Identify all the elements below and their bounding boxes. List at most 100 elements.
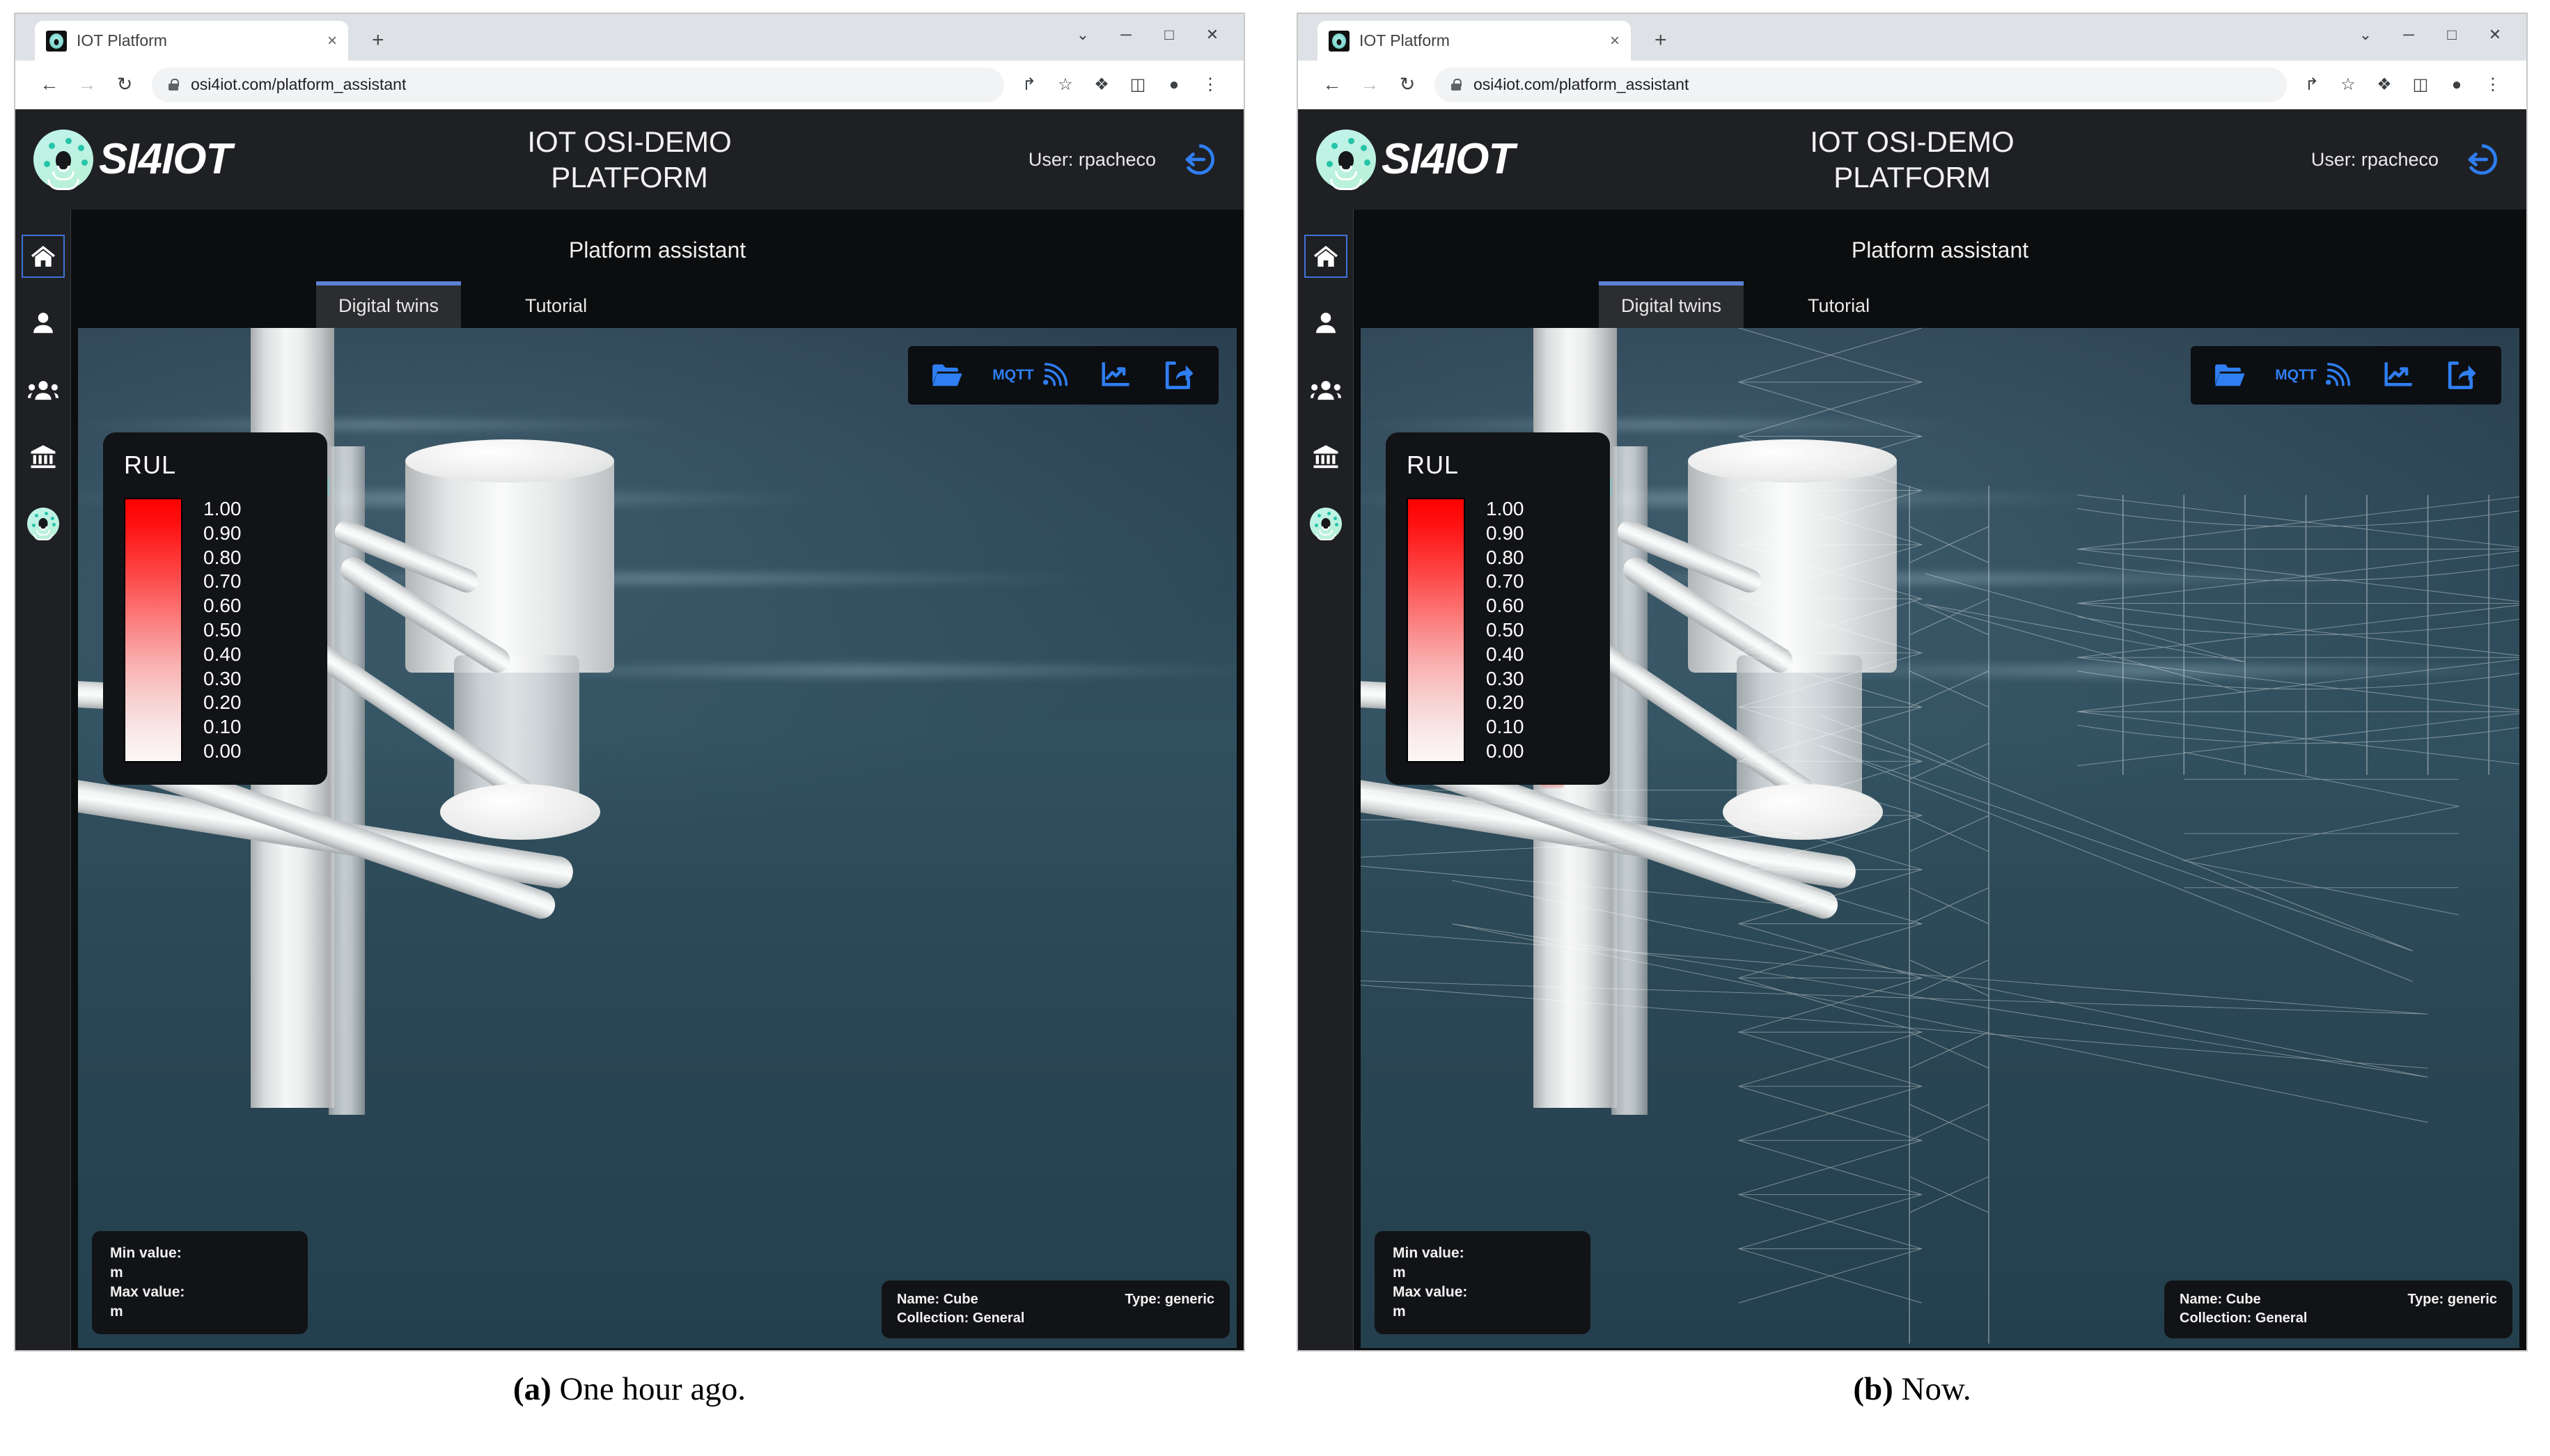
sidebar-item-groups[interactable]	[22, 368, 65, 412]
extensions-puzzle-icon[interactable]: ❖	[2366, 67, 2402, 103]
users-group-icon	[27, 381, 58, 400]
chevron-down-icon[interactable]: ⌄	[2344, 19, 2387, 50]
mqtt-connection-button[interactable]: MQTT	[2262, 350, 2366, 400]
reload-icon[interactable]: ↻	[1389, 66, 1426, 104]
legend-tick: 0.60	[203, 595, 242, 617]
chart-button[interactable]	[2366, 350, 2430, 400]
caption-a: (a) One hour ago.	[14, 1370, 1245, 1408]
folder-open-icon	[2215, 364, 2245, 386]
close-icon[interactable]: ×	[327, 32, 337, 49]
user-icon	[1315, 313, 1336, 334]
lower-tank-top	[1723, 784, 1883, 840]
minimize-icon[interactable]: ─	[1104, 19, 1148, 50]
close-window-icon[interactable]: ✕	[1191, 19, 1234, 50]
panel-a-browser-window: IOT Platform × + ⌄ ─ □ ✕ ← → ↻ osi4iot.c…	[14, 13, 1245, 1352]
chevron-down-icon[interactable]: ⌄	[1061, 19, 1104, 50]
object-name: Name: Cube	[2180, 1291, 2261, 1307]
chart-button[interactable]	[1084, 350, 1148, 400]
maximize-icon[interactable]: □	[1148, 19, 1191, 50]
back-icon[interactable]: ←	[1313, 66, 1351, 104]
url-input[interactable]: osi4iot.com/platform_assistant	[152, 67, 1004, 102]
tank-top	[405, 439, 614, 483]
minmax-info-box: Min value: m Max value: m	[1375, 1230, 1590, 1334]
sidebar-item-user[interactable]	[22, 302, 65, 345]
legend-tick: 0.00	[1486, 739, 1524, 762]
legend-tick: 0.70	[1486, 570, 1524, 593]
sidebar	[1298, 210, 1354, 1350]
window-controls: ⌄ ─ □ ✕	[2344, 19, 2517, 50]
max-value: m	[1393, 1303, 1406, 1320]
close-window-icon[interactable]: ✕	[2473, 19, 2517, 50]
sidebar-item-platform[interactable]	[22, 502, 65, 545]
brand[interactable]: SI4IOT	[1316, 130, 1515, 190]
legend-tick: 0.30	[1486, 667, 1524, 689]
digital-twin-viewport[interactable]: MQTT RUL 1.00 0.90 0.80 0.70 0.60 0.50 0…	[1361, 328, 2519, 1348]
open-folder-button[interactable]	[915, 350, 979, 400]
sidebar-item-home[interactable]	[1304, 235, 1347, 278]
max-value-label: Max value:	[1393, 1283, 1468, 1300]
minimize-icon[interactable]: ─	[2387, 19, 2430, 50]
browser-tabstrip: IOT Platform × + ⌄ ─ □ ✕	[1298, 14, 2526, 61]
profile-avatar-icon[interactable]: ●	[2439, 67, 2475, 103]
bookmark-star-icon[interactable]: ☆	[2330, 67, 2366, 103]
close-icon[interactable]: ×	[1610, 32, 1620, 49]
forward-icon[interactable]: →	[1351, 66, 1389, 104]
sidebar-item-home[interactable]	[21, 235, 65, 278]
export-share-button[interactable]	[1148, 350, 1212, 400]
viewport-toolbar: MQTT	[908, 346, 1219, 405]
forward-icon[interactable]: →	[68, 66, 106, 104]
reload-icon[interactable]: ↻	[106, 66, 143, 104]
tab-digital-twins[interactable]: Digital twins	[1599, 281, 1744, 328]
mqtt-label: MQTT	[2275, 367, 2317, 383]
min-value-label: Min value:	[1393, 1244, 1464, 1261]
caption-b-marker: (b)	[1853, 1371, 1893, 1407]
share-page-icon[interactable]: ↱	[2294, 67, 2330, 103]
bank-institution-icon	[31, 445, 55, 469]
browser-tab[interactable]: IOT Platform ×	[35, 21, 348, 61]
browser-menu-icon[interactable]: ⋮	[1192, 67, 1228, 103]
profile-avatar-icon[interactable]: ●	[1156, 67, 1192, 103]
mqtt-signal-icon	[1042, 363, 1067, 386]
content-tabbar: Digital twins Tutorial	[71, 281, 1244, 328]
sidebar-item-platform[interactable]	[1304, 502, 1347, 545]
open-folder-button[interactable]	[2198, 350, 2262, 400]
browser-tab[interactable]: IOT Platform ×	[1317, 21, 1631, 61]
url-input[interactable]: osi4iot.com/platform_assistant	[1434, 67, 2287, 102]
sidebar-item-groups[interactable]	[1304, 368, 1347, 412]
digital-twin-viewport[interactable]: MQTT RUL 1.00 0.90 0.80 0.70 0.60 0.50 0…	[78, 328, 1237, 1348]
sidebar-item-organizations[interactable]	[1304, 435, 1347, 478]
minmax-info-box: Min value: m Max value: m	[92, 1230, 308, 1334]
sidebar	[15, 210, 71, 1350]
maximize-icon[interactable]: □	[2430, 19, 2473, 50]
brand[interactable]: SI4IOT	[33, 130, 232, 190]
new-tab-button[interactable]: +	[1655, 30, 1667, 61]
sidebar-item-user[interactable]	[1304, 302, 1347, 345]
si4iot-logo-icon	[1309, 508, 1342, 540]
legend-tick: 1.00	[1486, 498, 1524, 519]
extensions-puzzle-icon[interactable]: ❖	[1084, 67, 1120, 103]
tab-tutorial[interactable]: Tutorial	[503, 285, 609, 328]
side-panel-icon[interactable]: ◫	[2402, 67, 2439, 103]
new-tab-button[interactable]: +	[372, 30, 384, 61]
share-page-icon[interactable]: ↱	[1011, 67, 1047, 103]
legend-tick: 0.50	[203, 618, 242, 641]
legend-tick: 0.10	[1486, 716, 1524, 738]
tab-tutorial[interactable]: Tutorial	[1785, 285, 1892, 328]
users-group-icon	[1310, 381, 1341, 400]
home-icon	[31, 246, 55, 267]
tab-digital-twins[interactable]: Digital twins	[316, 281, 462, 328]
logout-icon[interactable]	[1180, 141, 1216, 178]
app-body: Platform assistant Digital twins Tutoria…	[1298, 210, 2526, 1350]
side-panel-icon[interactable]: ◫	[1120, 67, 1156, 103]
browser-tabstrip: IOT Platform × + ⌄ ─ □ ✕	[15, 14, 1244, 61]
mqtt-connection-button[interactable]: MQTT	[979, 350, 1084, 400]
export-share-button[interactable]	[2430, 350, 2494, 400]
sidebar-item-organizations[interactable]	[22, 435, 65, 478]
caption-b: (b) Now.	[1297, 1370, 2528, 1408]
browser-menu-icon[interactable]: ⋮	[2475, 67, 2511, 103]
legend-tick: 0.30	[203, 667, 242, 689]
back-icon[interactable]: ←	[31, 66, 68, 104]
content-title: Platform assistant	[568, 237, 746, 263]
logout-icon[interactable]	[2462, 141, 2498, 178]
bookmark-star-icon[interactable]: ☆	[1047, 67, 1084, 103]
